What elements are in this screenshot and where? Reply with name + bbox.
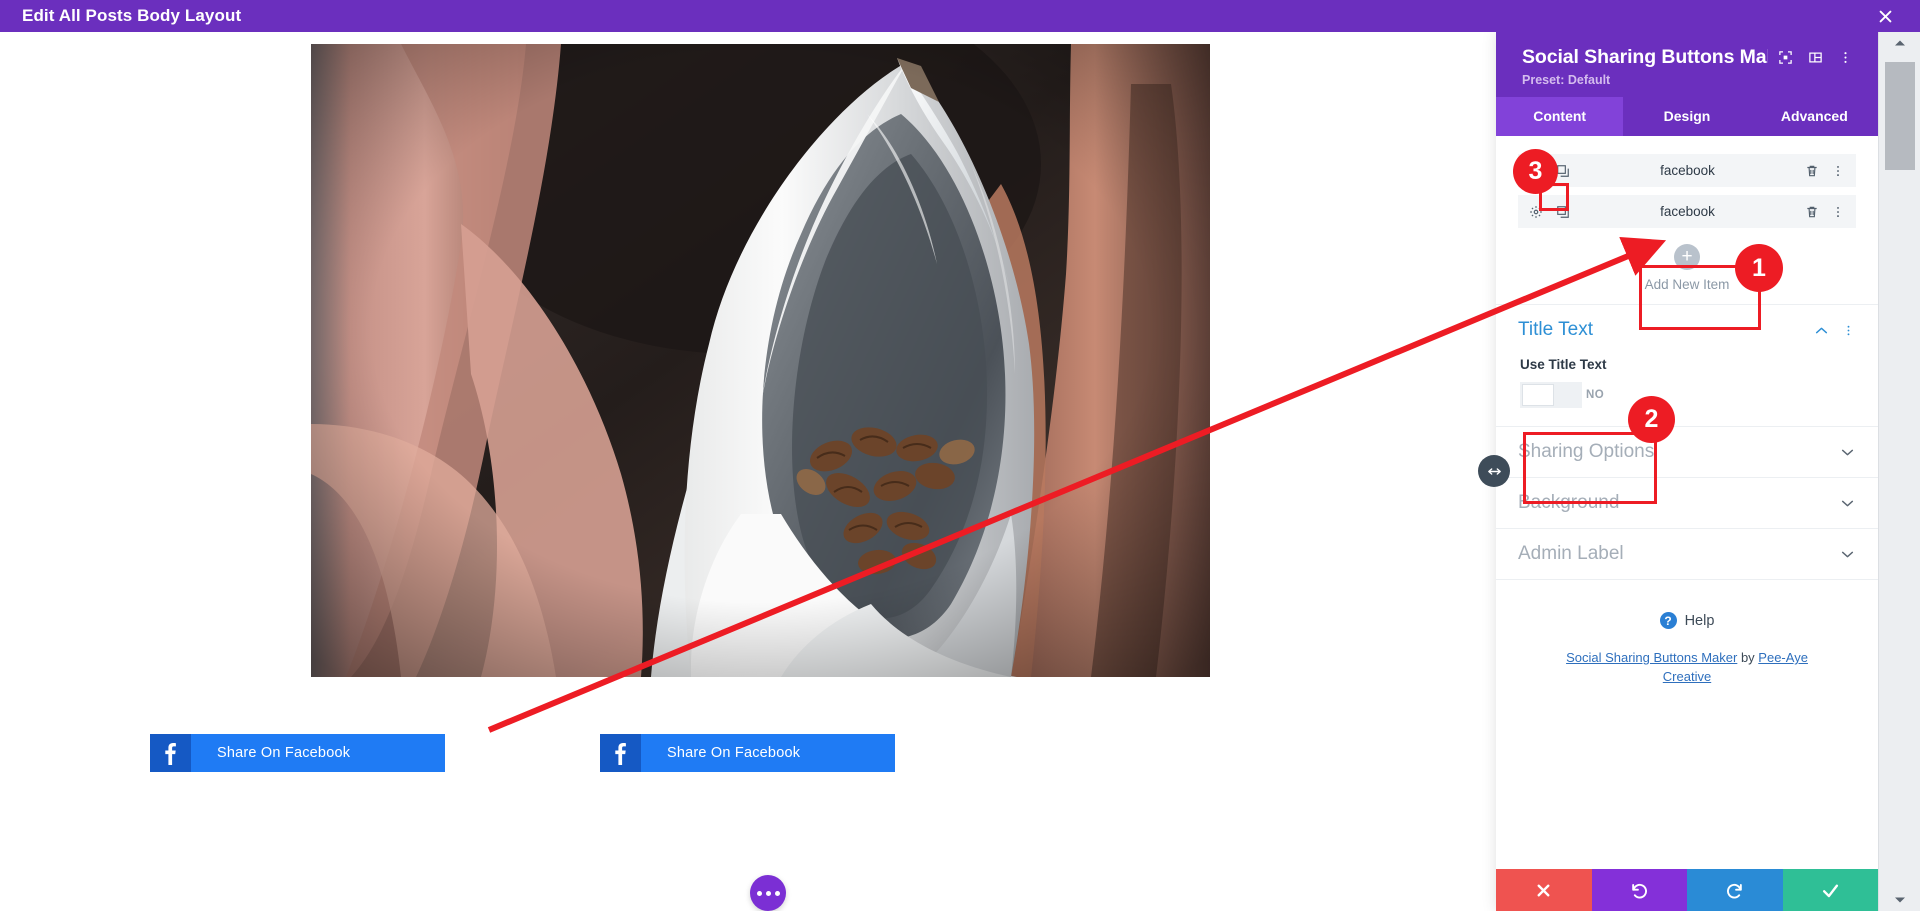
- gear-icon[interactable]: [1528, 204, 1544, 220]
- trash-icon[interactable]: [1804, 204, 1820, 220]
- list-item-label: facebook: [1660, 163, 1715, 178]
- section-label: Background: [1518, 492, 1620, 513]
- top-bar: Edit All Posts Body Layout: [0, 0, 1920, 32]
- question-mark-icon: ?: [1659, 612, 1677, 629]
- panel-body: facebook facebook + Add New Item Title T…: [1496, 136, 1878, 869]
- section-sharing-options: Sharing Options: [1496, 426, 1878, 477]
- panel-title: Social Sharing Buttons Mak...: [1522, 46, 1768, 68]
- section-header-sharing-options[interactable]: Sharing Options: [1518, 427, 1856, 477]
- section-label: Title Text: [1518, 319, 1593, 340]
- section-admin-label: Admin Label: [1496, 528, 1878, 579]
- list-item-label: facebook: [1660, 204, 1715, 219]
- toggle-value-label: NO: [1586, 389, 1605, 401]
- facebook-icon: [600, 734, 641, 772]
- plus-icon: +: [1674, 244, 1700, 270]
- horizontal-resize-icon[interactable]: [1478, 455, 1510, 487]
- panel-footer: ? Help Social Sharing Buttons Maker by P…: [1496, 579, 1878, 687]
- section-header-background[interactable]: Background: [1518, 478, 1856, 528]
- add-new-item-label: Add New Item: [1644, 277, 1730, 292]
- chevron-down-icon[interactable]: [1838, 448, 1856, 457]
- tab-design[interactable]: Design: [1623, 97, 1751, 136]
- plugin-credit: Social Sharing Buttons Maker by Pee-Aye …: [1518, 649, 1856, 687]
- page-canvas: Share On Facebook Share On Facebook Post…: [0, 32, 1503, 911]
- add-new-item-button[interactable]: + Add New Item: [1635, 240, 1740, 298]
- share-button-label: Share On Facebook: [217, 745, 351, 761]
- use-title-text-toggle[interactable]: [1520, 382, 1582, 408]
- plugin-link[interactable]: Social Sharing Buttons Maker: [1566, 650, 1737, 665]
- window-scrollbar[interactable]: [1878, 32, 1920, 911]
- kebab-menu-icon[interactable]: [1830, 163, 1846, 179]
- redo-button[interactable]: [1687, 869, 1783, 911]
- help-label: Help: [1684, 612, 1715, 629]
- tab-content[interactable]: Content: [1496, 97, 1624, 136]
- list-item[interactable]: facebook: [1518, 154, 1856, 187]
- section-label: Sharing Options: [1518, 441, 1655, 462]
- scroll-up-arrow-icon[interactable]: [1879, 32, 1920, 54]
- share-on-facebook-button-2[interactable]: Share On Facebook: [600, 734, 895, 772]
- page-title: Edit All Posts Body Layout: [22, 6, 242, 25]
- tab-advanced[interactable]: Advanced: [1750, 97, 1878, 136]
- list-item[interactable]: facebook: [1518, 195, 1856, 228]
- help-button[interactable]: ? Help: [1518, 612, 1856, 629]
- section-header-admin-label[interactable]: Admin Label: [1518, 529, 1856, 579]
- share-button-label: Share On Facebook: [667, 745, 801, 761]
- close-icon[interactable]: [1872, 3, 1898, 29]
- scrollbar-thumb[interactable]: [1885, 62, 1915, 170]
- hero-image[interactable]: [311, 44, 1210, 677]
- credit-separator: by: [1737, 650, 1759, 665]
- section-header-title-text[interactable]: Title Text: [1518, 305, 1856, 355]
- save-button[interactable]: [1782, 869, 1878, 911]
- share-on-facebook-button-1[interactable]: Share On Facebook: [150, 734, 445, 772]
- duplicate-icon[interactable]: [1555, 204, 1571, 220]
- field-label: Use Title Text: [1520, 357, 1607, 372]
- preset-selector[interactable]: Preset: Default: [1522, 73, 1858, 87]
- trash-icon[interactable]: [1804, 163, 1820, 179]
- module-item-list: facebook facebook + Add New Item: [1496, 136, 1878, 298]
- module-settings-panel: Social Sharing Buttons Mak... Preset: De…: [1496, 32, 1878, 911]
- share-buttons-row: Share On Facebook Share On Facebook: [150, 734, 1210, 772]
- chevron-up-icon[interactable]: [1812, 326, 1830, 335]
- panel-header: Social Sharing Buttons Mak... Preset: De…: [1496, 32, 1878, 97]
- kebab-menu-icon[interactable]: [1832, 47, 1858, 69]
- chevron-down-icon[interactable]: [1838, 499, 1856, 508]
- section-title-text: Title Text Use Title Text NO: [1496, 304, 1878, 426]
- field-use-title-text: Use Title Text NO: [1518, 355, 1856, 426]
- section-background: Background: [1496, 477, 1878, 528]
- ellipsis-icon[interactable]: [750, 875, 786, 911]
- scroll-down-arrow-icon[interactable]: [1879, 889, 1920, 911]
- fullscreen-icon[interactable]: [1772, 47, 1798, 69]
- cancel-button[interactable]: [1496, 869, 1592, 911]
- kebab-menu-icon[interactable]: [1840, 324, 1856, 337]
- layout-columns-icon[interactable]: [1802, 47, 1828, 69]
- gear-icon[interactable]: [1528, 163, 1544, 179]
- facebook-icon: [150, 734, 191, 772]
- section-label: Admin Label: [1518, 543, 1624, 564]
- undo-button[interactable]: [1591, 869, 1687, 911]
- panel-action-bar: [1496, 869, 1878, 911]
- kebab-menu-icon[interactable]: [1830, 204, 1846, 220]
- duplicate-icon[interactable]: [1555, 163, 1571, 179]
- panel-tabs: Content Design Advanced: [1496, 97, 1878, 136]
- toggle-knob: [1522, 384, 1554, 406]
- chevron-down-icon[interactable]: [1838, 550, 1856, 559]
